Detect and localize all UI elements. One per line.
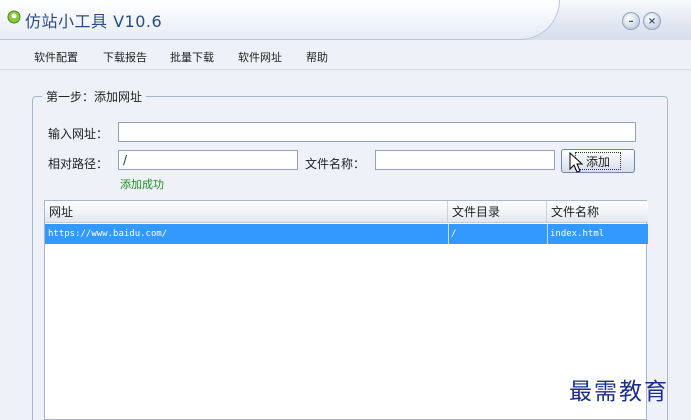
menu-item-config[interactable]: 软件配置 [34, 49, 78, 65]
minimize-button[interactable]: – [622, 12, 640, 30]
row-url-cell: https://www.baidu.com/ [48, 229, 168, 239]
relative-path-input[interactable] [118, 150, 298, 170]
table-row[interactable]: https://www.baidu.com/ / index.html [45, 224, 648, 244]
row-filename-cell: index.html [550, 229, 605, 239]
status-message: 添加成功 [120, 178, 164, 191]
filename-label: 文件名称： [305, 157, 366, 171]
title-bar[interactable]: 仿站小工具 V10.6 – × [0, 0, 691, 40]
minimize-icon: – [628, 15, 634, 27]
column-header-filename[interactable]: 文件名称 [547, 201, 648, 223]
watermark-text: 最需教育 [569, 379, 669, 405]
window-title: 仿站小工具 V10.6 [25, 12, 163, 31]
menu-item-report[interactable]: 下载报告 [103, 49, 147, 65]
mouse-cursor-icon [569, 152, 584, 173]
menu-item-website[interactable]: 软件网址 [238, 49, 282, 65]
menu-item-help[interactable]: 帮助 [306, 49, 328, 65]
url-input[interactable] [118, 122, 636, 142]
menu-bar: 软件配置 下载报告 批量下载 软件网址 帮助 [0, 42, 691, 70]
app-leaf-icon [7, 10, 21, 24]
filename-input[interactable] [375, 150, 555, 170]
step-group-title: 第一步：添加网址 [42, 88, 147, 105]
close-button[interactable]: × [643, 12, 661, 30]
row-dir-cell: / [451, 229, 457, 239]
path-label: 相对路径： [48, 157, 109, 171]
url-label: 输入网址： [48, 127, 109, 141]
url-list-table[interactable]: 网址 文件目录 文件名称 https://www.baidu.com/ / in… [44, 200, 648, 420]
close-icon: × [647, 15, 657, 27]
app-window: 仿站小工具 V10.6 – × 软件配置 下载报告 批量下载 软件网址 帮助 第… [0, 0, 691, 420]
menu-item-batch-download[interactable]: 批量下载 [170, 49, 214, 65]
table-header: 网址 文件目录 文件名称 [45, 201, 648, 223]
column-header-url[interactable]: 网址 [45, 201, 448, 223]
column-header-dir[interactable]: 文件目录 [448, 201, 547, 223]
